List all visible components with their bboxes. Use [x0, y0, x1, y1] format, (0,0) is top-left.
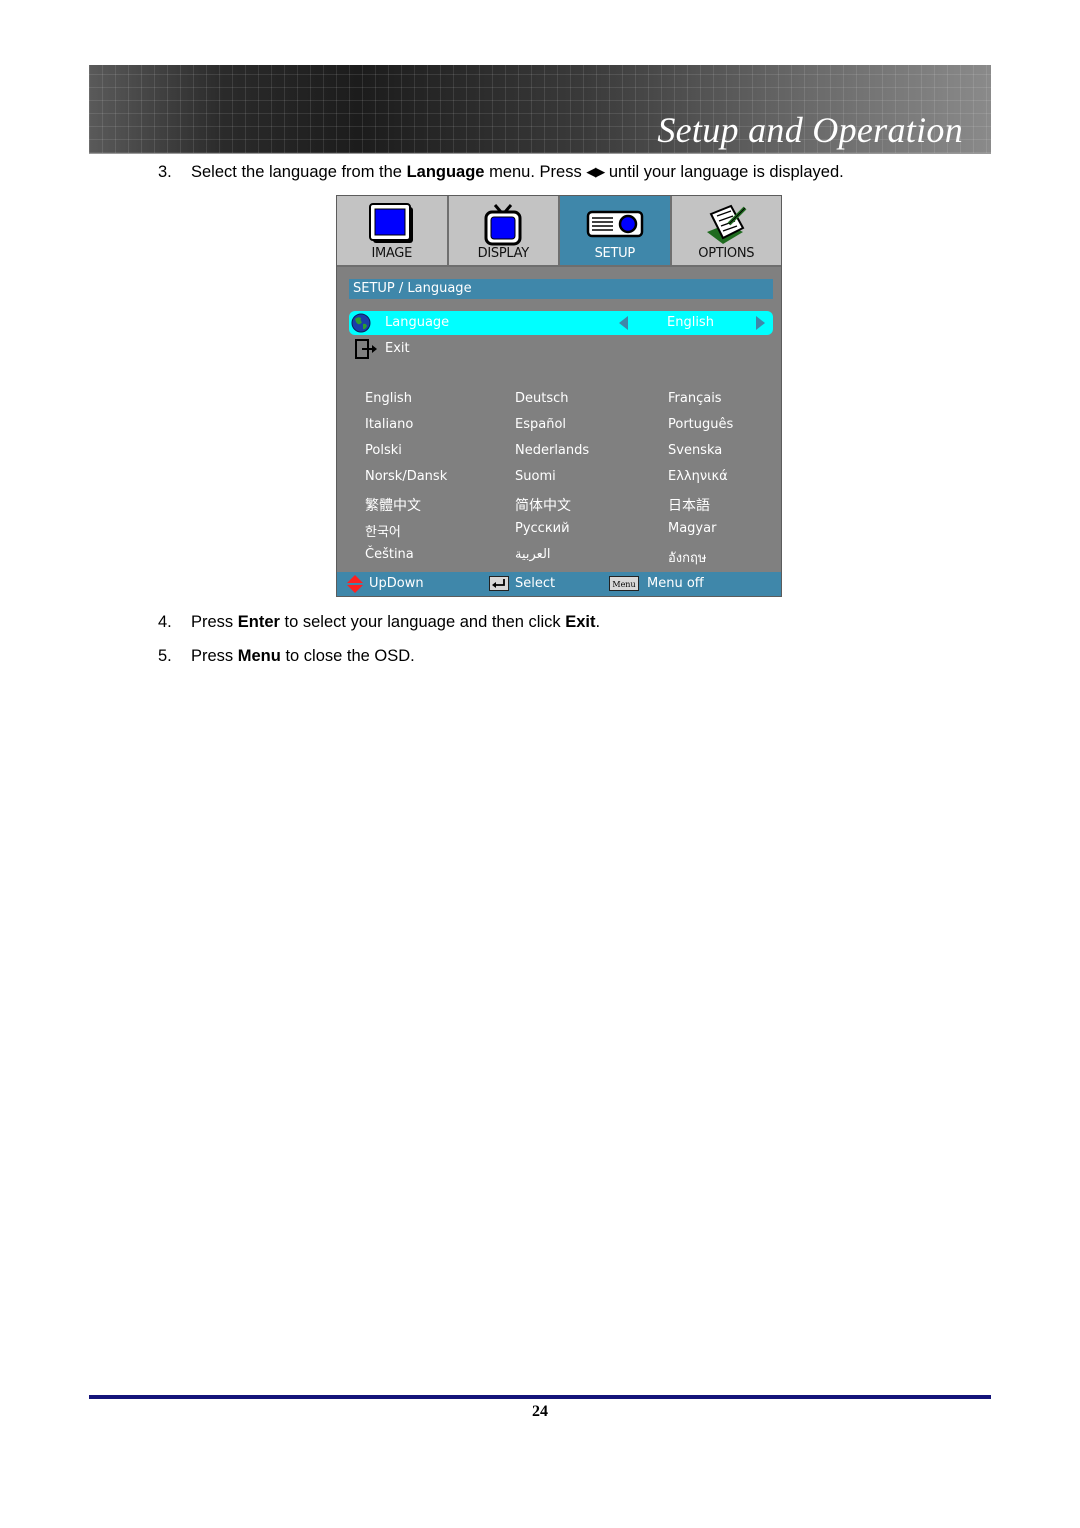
language-option[interactable]: العربية — [515, 547, 551, 562]
menu-off-hint: Menu off — [647, 576, 704, 591]
osd-footer: UpDown Select Menu Menu off — [337, 572, 781, 596]
exit-icon — [355, 339, 377, 359]
osd-tabs: IMAGE DISPLAY SETUP OPTIONS — [337, 196, 781, 267]
language-option[interactable]: Français — [668, 391, 722, 406]
language-option[interactable]: อังกฤษ — [668, 547, 706, 568]
tab-image[interactable]: IMAGE — [337, 196, 449, 265]
enter-key-icon — [489, 576, 509, 591]
osd-breadcrumb: SETUP / Language — [349, 279, 773, 299]
menu-key-icon: Menu — [609, 576, 639, 591]
tab-setup[interactable]: SETUP — [560, 196, 672, 265]
tab-label: IMAGE — [371, 246, 412, 261]
step-number: 5. — [158, 647, 172, 665]
language-option[interactable]: Čeština — [365, 547, 414, 562]
step-keyword: Enter — [237, 613, 280, 631]
language-option[interactable]: 한국어 — [365, 521, 401, 540]
step-keyword: Language — [406, 163, 485, 181]
tab-label: DISPLAY — [477, 246, 530, 261]
page-number: 24 — [532, 1403, 548, 1420]
language-option[interactable]: 简体中文 — [515, 495, 571, 515]
step-text: to close the OSD. — [280, 647, 415, 665]
left-right-arrows-icon: ◀▶ — [586, 164, 605, 179]
language-option[interactable]: Español — [515, 417, 566, 432]
step-3: 3. Select the language from the Language … — [158, 162, 844, 182]
updown-hint: UpDown — [369, 576, 424, 591]
step-4: 4. Press Enter to select your language an… — [158, 612, 600, 632]
step-keyword: Menu — [237, 647, 281, 665]
language-value: English — [667, 315, 714, 330]
language-option[interactable]: 繁體中文 — [365, 495, 421, 515]
language-option[interactable]: Italiano — [365, 417, 413, 432]
exit-label: Exit — [385, 341, 410, 356]
tab-options[interactable]: OPTIONS — [671, 196, 781, 265]
projector-icon — [586, 210, 643, 238]
language-option[interactable]: Ελληνικά — [668, 469, 728, 484]
step-text: Select the language from the — [191, 163, 407, 181]
monitor-icon — [368, 203, 413, 243]
step-text: to select your language and then click — [279, 613, 566, 631]
language-label: Language — [385, 315, 450, 330]
language-option[interactable]: Suomi — [515, 469, 556, 484]
globe-icon — [351, 313, 371, 333]
language-option[interactable]: Português — [668, 417, 733, 432]
section-title: Setup and Operation — [657, 110, 963, 150]
step-text: Press — [191, 647, 238, 665]
step-keyword: Exit — [565, 613, 596, 631]
exit-row[interactable]: Exit — [349, 338, 773, 360]
language-row[interactable]: Language English — [349, 311, 773, 335]
tab-label: OPTIONS — [698, 246, 755, 261]
header-banner: Setup and Operation — [89, 65, 991, 154]
tab-label: SETUP — [594, 246, 636, 261]
footer-rule — [89, 1395, 991, 1399]
language-option[interactable]: English — [365, 391, 412, 406]
step-text: . — [595, 613, 601, 631]
language-option[interactable]: Polski — [365, 443, 402, 458]
select-hint: Select — [515, 576, 556, 591]
step-number: 4. — [158, 613, 172, 631]
language-option[interactable]: Русский — [515, 521, 570, 536]
language-option[interactable]: Svenska — [668, 443, 722, 458]
language-option[interactable]: Nederlands — [515, 443, 589, 458]
step-text: until your language is displayed. — [604, 163, 844, 181]
arrow-left-icon[interactable] — [619, 316, 628, 330]
up-down-icon — [347, 575, 363, 593]
tv-icon — [484, 204, 522, 246]
language-option[interactable]: Norsk/Dansk — [365, 469, 447, 484]
arrow-right-icon[interactable] — [756, 316, 765, 330]
tab-display[interactable]: DISPLAY — [448, 196, 560, 265]
step-text: Press — [191, 613, 238, 631]
osd-menu: IMAGE DISPLAY SETUP OPTIONS SETUP / Lang… — [336, 195, 782, 597]
step-number: 3. — [158, 163, 172, 181]
language-option[interactable]: Magyar — [668, 521, 716, 536]
notepad-icon — [707, 204, 747, 244]
step-text: menu. Press — [484, 163, 587, 181]
step-5: 5. Press Menu to close the OSD. — [158, 646, 415, 666]
language-option[interactable]: 日本語 — [668, 495, 710, 515]
language-option[interactable]: Deutsch — [515, 391, 569, 406]
